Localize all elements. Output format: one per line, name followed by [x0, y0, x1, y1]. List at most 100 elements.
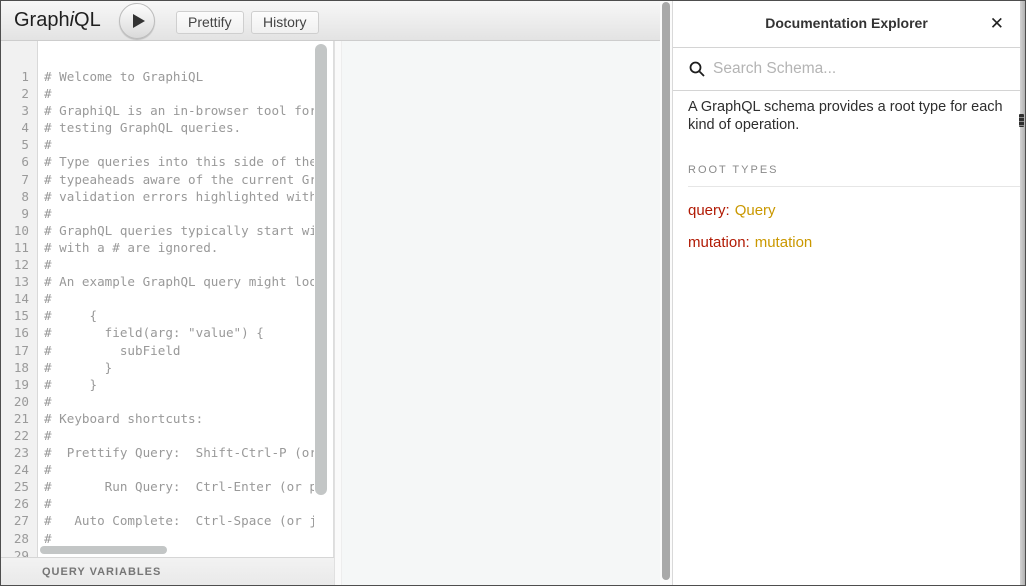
doc-explorer-content: A GraphQL schema provides a root type fo… — [673, 91, 1020, 251]
line-number: 17 — [0, 342, 29, 359]
editor-line: 24 # — [0, 461, 314, 478]
editor-line: 3 # GraphiQL is an in-browser tool for w… — [0, 102, 314, 119]
editor-line-text: # testing GraphQL queries. — [29, 119, 241, 136]
editor-line: 12 # — [0, 256, 314, 273]
root-types-list: query:Query mutation:mutation — [688, 202, 1005, 251]
editor-line: 25 # Run Query: Ctrl-Enter (or press the… — [0, 478, 314, 495]
line-number: 20 — [0, 393, 29, 410]
line-number: 11 — [0, 239, 29, 256]
editor-line-text: # } — [29, 359, 112, 376]
editor-line-text: # — [29, 530, 52, 547]
editor-line: 10 # GraphQL queries typically start wit… — [0, 222, 314, 239]
editor-line: 21 # Keyboard shortcuts: — [0, 410, 314, 427]
line-number: 9 — [0, 205, 29, 222]
editor-line-text: # — [29, 461, 52, 478]
editor-line-text: # Run Query: Ctrl-Enter (or press the pl… — [29, 478, 314, 495]
history-button[interactable]: History — [251, 11, 319, 34]
editor-line-text: # — [29, 256, 52, 273]
line-number: 1 — [0, 68, 29, 85]
doc-explorer-title: Documentation Explorer — [673, 0, 1020, 47]
editor-line-text: # validation errors highlighted within t… — [29, 188, 314, 205]
editor-line-text: # Welcome to GraphiQL — [29, 68, 203, 85]
editor-line: 8 # validation errors highlighted within… — [0, 188, 314, 205]
query-variables-bar[interactable]: QUERY VARIABLES — [0, 557, 334, 586]
editor-line-text: # — [29, 495, 52, 512]
editor-line: 26 # — [0, 495, 314, 512]
line-number: 8 — [0, 188, 29, 205]
editor-line: 2 # — [0, 85, 314, 102]
search-schema-input[interactable] — [713, 49, 1003, 89]
editor-line: 23 # Prettify Query: Shift-Ctrl-P (or pr… — [0, 444, 314, 461]
editor-line: 18 # } — [0, 359, 314, 376]
editor-line-text: # field(arg: "value") { — [29, 324, 264, 341]
scrollbar-grip[interactable] — [1019, 114, 1024, 127]
editor-line: 20 # — [0, 393, 314, 410]
editor-horizontal-scrollbar[interactable] — [40, 546, 167, 554]
line-number: 19 — [0, 376, 29, 393]
separator: : — [746, 234, 750, 251]
page-scrollbar-track — [660, 0, 672, 586]
type-name-link[interactable]: Query — [735, 202, 776, 219]
line-number: 29 — [0, 547, 29, 557]
line-number: 6 — [0, 153, 29, 170]
editor-line-text: # Prettify Query: Shift-Ctrl-P (or press… — [29, 444, 314, 461]
editor-line-text: # — [29, 85, 52, 102]
editor-line: 5 # — [0, 136, 314, 153]
line-number: 14 — [0, 290, 29, 307]
search-icon — [689, 61, 705, 77]
play-icon — [133, 14, 145, 28]
editor-vertical-scrollbar[interactable] — [315, 44, 327, 495]
toolbar: GraphiQL Prettify History — [0, 0, 660, 41]
doc-search-bar — [673, 48, 1020, 91]
editor-line-text: # An example GraphQL query might look li… — [29, 273, 314, 290]
editor-line: 9 # — [0, 205, 314, 222]
editor-line-text: # — [29, 393, 52, 410]
editor-line-text: # — [29, 290, 52, 307]
execute-query-button[interactable] — [119, 3, 155, 39]
logo-text: Graph — [14, 9, 70, 31]
editor-line: 19 # } — [0, 376, 314, 393]
pane-resize-divider[interactable] — [334, 41, 342, 585]
line-number: 22 — [0, 427, 29, 444]
editor-line-text: # } — [29, 376, 97, 393]
editor-line-text: # typeaheads aware of the current GraphQ… — [29, 171, 314, 188]
editor-line-text: # GraphiQL is an in-browser tool for wri… — [29, 102, 314, 119]
query-editor[interactable]: 1 # Welcome to GraphiQL 2 # 3 # GraphiQL… — [0, 41, 334, 557]
result-pane — [342, 41, 660, 585]
separator: : — [726, 202, 730, 219]
root-type-row: mutation:mutation — [688, 234, 1005, 251]
line-number: 7 — [0, 171, 29, 188]
editor-line-text: # — [29, 205, 52, 222]
field-keyword: query — [688, 202, 726, 219]
editor-line-text: # — [29, 427, 52, 444]
prettify-button[interactable]: Prettify — [176, 11, 244, 34]
editor-line-text: # Type queries into this side of the scr… — [29, 153, 314, 170]
editor-line: 13 # An example GraphQL query might look… — [0, 273, 314, 290]
schema-description: A GraphQL schema provides a root type fo… — [688, 99, 1005, 134]
line-number: 27 — [0, 512, 29, 529]
editor-line: 6 # Type queries into this side of the s… — [0, 153, 314, 170]
editor-line: 1 # Welcome to GraphiQL — [0, 68, 314, 85]
close-icon[interactable]: ✕ — [986, 0, 1008, 47]
editor-line: 28 # — [0, 530, 314, 547]
line-number: 23 — [0, 444, 29, 461]
logo-text: QL — [74, 9, 101, 31]
line-number: 5 — [0, 136, 29, 153]
editor-line: 17 # subField — [0, 342, 314, 359]
line-number: 3 — [0, 102, 29, 119]
query-editor-lines: 1 # Welcome to GraphiQL 2 # 3 # GraphiQL… — [0, 68, 314, 557]
editor-line-text: # Keyboard shortcuts: — [29, 410, 203, 427]
editor-line: 14 # — [0, 290, 314, 307]
page-scrollbar-thumb[interactable] — [662, 2, 670, 580]
editor-line: 15 # { — [0, 307, 314, 324]
editor-line: 7 # typeaheads aware of the current Grap… — [0, 171, 314, 188]
line-number: 18 — [0, 359, 29, 376]
type-name-link[interactable]: mutation — [755, 234, 813, 251]
line-number: 15 — [0, 307, 29, 324]
graphiql-logo: GraphiQL — [14, 0, 101, 40]
line-number: 13 — [0, 273, 29, 290]
line-number: 4 — [0, 119, 29, 136]
editor-line-text: # Auto Complete: Ctrl-Space (or just sta… — [29, 512, 314, 529]
line-number: 2 — [0, 85, 29, 102]
editor-line: 16 # field(arg: "value") { — [0, 324, 314, 341]
